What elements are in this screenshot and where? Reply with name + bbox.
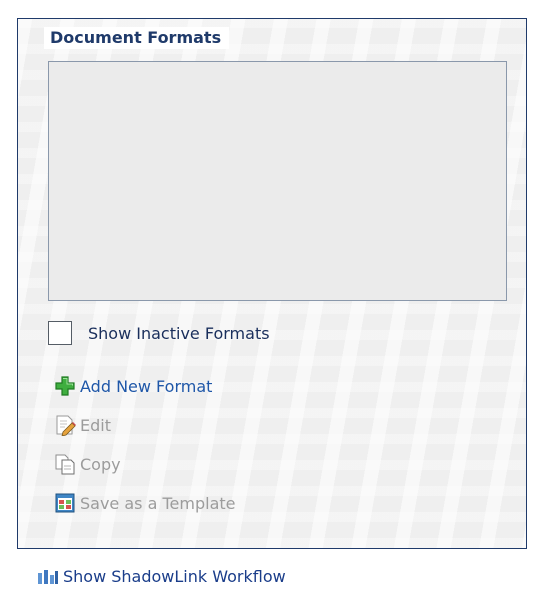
template-icon: [54, 492, 76, 514]
add-plus-icon: [54, 375, 76, 397]
edit-label[interactable]: Edit: [80, 416, 111, 435]
copy-document-icon: [54, 453, 76, 475]
add-new-format-link[interactable]: Add New Format: [54, 374, 212, 398]
workflow-icon: [38, 567, 58, 585]
formats-listbox[interactable]: [48, 61, 507, 301]
show-inactive-checkbox[interactable]: [48, 321, 72, 345]
edit-document-icon: [54, 414, 76, 437]
edit-link[interactable]: Edit: [54, 413, 111, 437]
panel-legend: Document Formats: [44, 27, 230, 49]
save-as-template-link[interactable]: Save as a Template: [54, 491, 235, 515]
show-shadowlink-workflow-label[interactable]: Show ShadowLink Workflow: [63, 567, 286, 586]
show-inactive-row[interactable]: Show Inactive Formats: [48, 319, 270, 347]
copy-link[interactable]: Copy: [54, 452, 121, 476]
copy-label[interactable]: Copy: [80, 455, 121, 474]
show-shadowlink-workflow-link[interactable]: Show ShadowLink Workflow: [38, 565, 286, 587]
save-as-template-label[interactable]: Save as a Template: [80, 494, 235, 513]
show-inactive-label[interactable]: Show Inactive Formats: [88, 324, 270, 343]
add-new-format-label[interactable]: Add New Format: [80, 377, 212, 396]
